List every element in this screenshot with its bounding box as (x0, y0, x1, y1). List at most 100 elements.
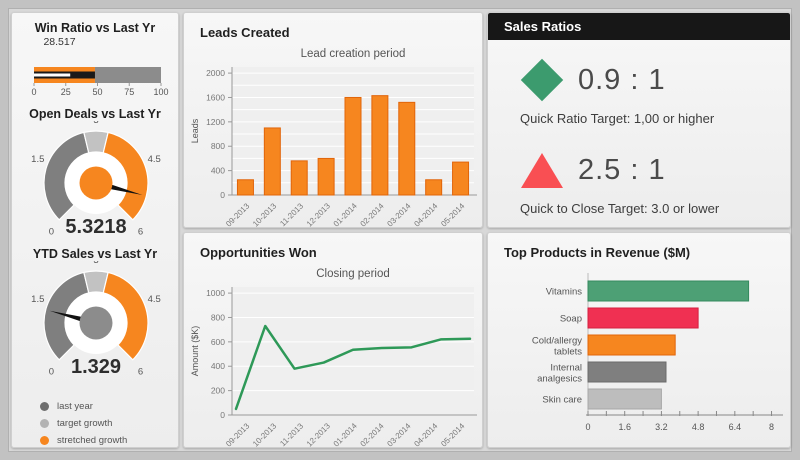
legend-item: target growth (40, 416, 127, 431)
quick-to-close-row: 2.5 : 1 (518, 148, 666, 192)
quick-to-close-value: 2.5 : 1 (578, 154, 666, 187)
leads-created-panel: Leads Created Lead creation period 0 400 80… (183, 12, 483, 228)
svg-text:1.329: 1.329 (71, 356, 121, 378)
svg-text:09-2013: 09-2013 (224, 421, 252, 447)
svg-text:0: 0 (220, 190, 225, 200)
svg-text:Skin care: Skin care (542, 395, 582, 406)
svg-text:200: 200 (211, 386, 225, 396)
bullet-chart-title: Win Ratio vs Last Yr (12, 21, 178, 35)
svg-text:5.3218: 5.3218 (65, 216, 126, 238)
svg-text:02-2014: 02-2014 (359, 421, 387, 447)
svg-text:2000: 2000 (206, 68, 225, 78)
svg-text:05-2014: 05-2014 (439, 201, 467, 227)
svg-text:Closing period: Closing period (316, 268, 390, 280)
quick-ratio-row: 0.9 : 1 (518, 58, 666, 102)
svg-text:01-2014: 01-2014 (332, 201, 360, 227)
panel-title: Leads Created (200, 25, 290, 40)
svg-text:0: 0 (31, 87, 36, 97)
svg-text:05-2014: 05-2014 (439, 421, 467, 447)
svg-text:1.6: 1.6 (618, 422, 631, 432)
svg-text:3: 3 (93, 121, 98, 126)
svg-text:8: 8 (769, 422, 774, 432)
svg-text:03-2014: 03-2014 (385, 201, 413, 227)
svg-text:6: 6 (138, 367, 143, 378)
bullet-chart-value: 28.517 (12, 36, 107, 48)
legend-swatch-icon (40, 402, 49, 411)
legend-label: target growth (57, 418, 112, 429)
svg-text:12-2013: 12-2013 (305, 201, 333, 227)
top-products-panel: Top Products in Revenue ($M) 0 1.6 3.2 4.8 6… (487, 232, 791, 448)
panel-title: Opportunities Won (200, 245, 317, 260)
legend-label: last year (57, 401, 93, 412)
svg-text:4.5: 4.5 (148, 154, 161, 165)
svg-text:03-2014: 03-2014 (385, 421, 413, 447)
svg-text:Lead creation period: Lead creation period (301, 48, 406, 60)
svg-text:Soap: Soap (560, 314, 582, 325)
legend-item: stretched growth (40, 433, 127, 448)
sales-ratios-panel: Sales Ratios 0.9 : 1 Quick Ratio Target:… (487, 12, 791, 228)
ytd-sales-gauge-chart: 01.534.561.329 (16, 261, 176, 383)
diamond-icon (518, 58, 566, 102)
svg-text:10-2013: 10-2013 (251, 421, 279, 447)
svg-text:Internal: Internal (550, 363, 582, 374)
kpi-sidebar-panel: Win Ratio vs Last Yr 28.517 0 25 50 75 100 O… (11, 12, 179, 448)
svg-text:3: 3 (93, 261, 98, 266)
win-ratio-bullet-chart: 0 25 50 75 100 (16, 49, 176, 101)
svg-text:100: 100 (153, 87, 168, 97)
open-deals-gauge-chart: 0 1.5 3 4.5 6 5.3218 (16, 121, 176, 243)
svg-text:11-2013: 11-2013 (278, 201, 305, 227)
svg-text:Amount ($K): Amount ($K) (190, 326, 200, 377)
svg-text:75: 75 (124, 87, 134, 97)
svg-text:analgesics: analgesics (537, 374, 582, 385)
svg-text:Cold/allergy: Cold/allergy (532, 336, 582, 347)
svg-text:04-2014: 04-2014 (412, 421, 440, 447)
svg-text:4.8: 4.8 (692, 422, 705, 432)
kpi-legend: last year target growth stretched growth (40, 399, 127, 450)
svg-text:1600: 1600 (206, 92, 225, 102)
svg-text:0: 0 (220, 410, 225, 420)
svg-text:10-2013: 10-2013 (251, 201, 279, 227)
svg-text:11-2013: 11-2013 (278, 421, 305, 447)
svg-text:tablets: tablets (554, 347, 582, 358)
svg-text:800: 800 (211, 312, 225, 322)
gauge1-title: Open Deals vs Last Yr (12, 107, 178, 121)
svg-text:12-2013: 12-2013 (305, 421, 333, 447)
legend-item: last year (40, 399, 127, 414)
legend-label: stretched growth (57, 435, 127, 446)
svg-text:400: 400 (211, 166, 225, 176)
svg-text:3.2: 3.2 (655, 422, 668, 432)
legend-swatch-icon (40, 436, 49, 445)
svg-text:1.5: 1.5 (31, 154, 44, 165)
svg-text:600: 600 (211, 337, 225, 347)
svg-text:1000: 1000 (206, 288, 225, 298)
svg-text:0: 0 (585, 422, 590, 432)
sales-ratios-header-label: Sales Ratios (504, 19, 581, 34)
svg-text:01-2014: 01-2014 (332, 421, 360, 447)
svg-text:25: 25 (61, 87, 71, 97)
svg-text:02-2014: 02-2014 (359, 201, 387, 227)
svg-text:6: 6 (138, 227, 143, 238)
opportunities-line-chart: Closing period 0 200 400 600 800 1000 Amount ($… (184, 263, 483, 447)
svg-text:Leads: Leads (190, 118, 200, 143)
quick-ratio-caption: Quick Ratio Target: 1,00 or higher (520, 111, 714, 126)
svg-text:1200: 1200 (206, 117, 225, 127)
svg-text:800: 800 (211, 141, 225, 151)
svg-text:1.5: 1.5 (31, 294, 44, 305)
legend-swatch-icon (40, 419, 49, 428)
triangle-icon (518, 148, 566, 192)
svg-text:04-2014: 04-2014 (412, 201, 440, 227)
svg-text:0: 0 (49, 367, 54, 378)
opportunities-won-panel: Opportunities Won Closing period 0 200 400 6… (183, 232, 483, 448)
svg-text:Vitamins: Vitamins (546, 287, 583, 298)
products-hbar-chart: 0 1.6 3.2 4.8 6.4 8 Vitamins Soap Cold/allergyta… (488, 267, 792, 447)
dashboard: Win Ratio vs Last Yr 28.517 0 25 50 75 100 O… (8, 8, 792, 452)
svg-text:400: 400 (211, 361, 225, 371)
quick-to-close-caption: Quick to Close Target: 3.0 or lower (520, 201, 719, 216)
svg-text:6.4: 6.4 (729, 422, 742, 432)
quick-ratio-value: 0.9 : 1 (578, 64, 666, 97)
svg-text:09-2013: 09-2013 (224, 201, 252, 227)
svg-text:50: 50 (92, 87, 102, 97)
panel-title: Top Products in Revenue ($M) (504, 245, 690, 260)
gauge2-title: YTD Sales vs Last Yr (12, 247, 178, 261)
svg-text:0: 0 (49, 227, 54, 238)
